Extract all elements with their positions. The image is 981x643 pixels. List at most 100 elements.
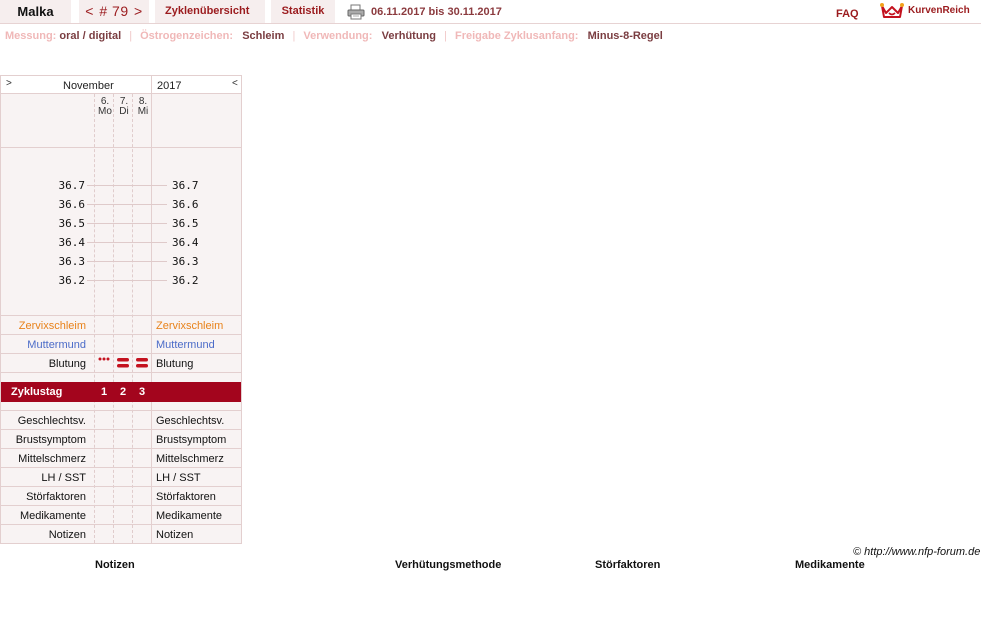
- crown-icon: [880, 3, 904, 18]
- temp-label-left: 36.6: [58, 198, 86, 211]
- temp-label-right: 36.5: [172, 217, 199, 230]
- user-name: Malka: [17, 4, 54, 19]
- legend-heading-medication: Medikamente: [795, 559, 865, 571]
- cycle-day-row: Zyklustag 1 2 3: [1, 382, 241, 402]
- divider: [1, 372, 241, 373]
- temp-gridline: [87, 280, 167, 281]
- use-value: Verhütung: [381, 30, 436, 42]
- row-label-mittelschmerz[interactable]: Mittelschmerz: [1, 453, 86, 465]
- temp-label-left: 36.4: [58, 236, 86, 249]
- temp-label-right: 36.2: [172, 274, 199, 287]
- sign-label: Östrogenzeichen:: [140, 30, 234, 42]
- temp-label-right: 36.7: [172, 179, 199, 192]
- temp-gridline: [87, 204, 167, 205]
- logo-text: KurvenReich: [908, 5, 970, 16]
- divider: [1, 486, 241, 487]
- cycle-selector: < # 79 >: [79, 0, 149, 23]
- temp-label-right: 36.4: [172, 236, 199, 249]
- row-label-breast-symptom[interactable]: Brustsymptom: [1, 434, 86, 446]
- faq-link[interactable]: FAQ: [836, 8, 859, 20]
- row-label-intercourse[interactable]: Geschlechtsv.: [156, 415, 224, 427]
- divider: [1, 448, 241, 449]
- temp-label-left: 36.3: [58, 255, 86, 268]
- temp-gridline: [87, 185, 167, 186]
- cycle-chart: > November 2017 < 6. Mo 7. Di 8. Mi 36.7…: [0, 75, 242, 544]
- separator: |: [444, 30, 447, 42]
- temp-gridline: [87, 261, 167, 262]
- row-label-lh-test[interactable]: LH / SST: [1, 472, 86, 484]
- release-label: Freigabe Zyklusanfang:: [454, 30, 579, 42]
- row-label-mittelschmerz[interactable]: Mittelschmerz: [156, 453, 224, 465]
- chart-next-button[interactable]: <: [232, 78, 238, 89]
- cycle-day-label: Zyklustag: [11, 386, 63, 398]
- chart-month: November: [63, 80, 114, 92]
- cycle-day-number: 2: [119, 386, 127, 398]
- temp-label-right: 36.3: [172, 255, 199, 268]
- print-icon[interactable]: [347, 4, 365, 20]
- row-label-intercourse[interactable]: Geschlechtsv.: [1, 415, 86, 427]
- previous-cycle-button[interactable]: <: [84, 3, 95, 19]
- copyright: © http://www.nfp-forum.de: [853, 546, 981, 558]
- day-separator: [113, 94, 114, 543]
- row-label-notes[interactable]: Notizen: [1, 529, 86, 541]
- cycle-settings: Messung: oral / digital | Östrogenzeiche…: [5, 30, 663, 42]
- measure-label: Messung:: [5, 30, 57, 42]
- row-label-breast-symptom[interactable]: Brustsymptom: [156, 434, 226, 446]
- day-header[interactable]: 7. Di: [115, 97, 133, 117]
- release-value: Minus-8-Regel: [587, 30, 663, 42]
- legend-heading-disturbances: Störfaktoren: [595, 559, 661, 571]
- row-label-medication[interactable]: Medikamente: [1, 510, 86, 522]
- date-range: 06.11.2017 bis 30.11.2017: [371, 6, 502, 18]
- sign-value: Schleim: [242, 30, 285, 42]
- row-label-medication[interactable]: Medikamente: [156, 510, 222, 522]
- row-label-cervical-mucus[interactable]: Zervixschleim: [1, 320, 86, 332]
- temp-label-right: 36.6: [172, 198, 199, 211]
- day-header[interactable]: 6. Mo: [96, 97, 114, 117]
- temp-label-left: 36.5: [58, 217, 86, 230]
- row-label-bleeding[interactable]: Blutung: [1, 358, 86, 370]
- measure-value: oral / digital: [59, 30, 122, 42]
- separator: |: [292, 30, 296, 42]
- divider: [1, 467, 241, 468]
- chart-header: > November 2017 <: [1, 76, 241, 94]
- row-label-disturbances[interactable]: Störfaktoren: [156, 491, 216, 503]
- user-tab[interactable]: Malka: [0, 0, 71, 23]
- day-weekday: Mi: [137, 106, 149, 117]
- legend-heading-notes: Notizen: [95, 559, 135, 571]
- row-label-cervix[interactable]: Muttermund: [156, 339, 215, 351]
- heavy-bleeding-icon[interactable]: [135, 357, 149, 369]
- day-weekday: Di: [119, 106, 129, 117]
- tab-statistics[interactable]: Statistik: [271, 0, 335, 23]
- temp-gridline: [87, 223, 167, 224]
- day-weekday: Mo: [98, 106, 112, 117]
- row-label-cervix[interactable]: Muttermund: [1, 339, 86, 351]
- row-label-cervical-mucus[interactable]: Zervixschleim: [156, 320, 223, 332]
- divider: [1, 524, 241, 525]
- divider: [1, 147, 241, 148]
- use-label: Verwendung:: [303, 30, 373, 42]
- divider: [1, 353, 241, 354]
- row-label-disturbances[interactable]: Störfaktoren: [1, 491, 86, 503]
- day-header[interactable]: 8. Mi: [134, 97, 152, 117]
- row-label-lh-test[interactable]: LH / SST: [156, 472, 201, 484]
- cycle-day-number: 3: [138, 386, 146, 398]
- day-separator: [94, 94, 95, 543]
- cycle-number: # 79: [99, 3, 129, 19]
- spotting-icon[interactable]: [97, 356, 111, 362]
- divider: [1, 505, 241, 506]
- divider: [1, 315, 241, 316]
- tab-cycle-overview[interactable]: Zyklenübersicht: [155, 0, 265, 23]
- temp-gridline: [87, 242, 167, 243]
- divider: [1, 334, 241, 335]
- divider: [1, 410, 241, 411]
- chart-prev-button[interactable]: >: [6, 78, 12, 89]
- temp-label-left: 36.7: [58, 179, 86, 192]
- separator: |: [129, 30, 133, 42]
- chart-year: 2017: [157, 80, 182, 92]
- heavy-bleeding-icon[interactable]: [116, 357, 130, 369]
- row-label-notes[interactable]: Notizen: [156, 529, 193, 541]
- next-cycle-button[interactable]: >: [133, 3, 144, 19]
- legend-heading-contraception: Verhütungsmethode: [395, 559, 502, 571]
- row-label-bleeding[interactable]: Blutung: [156, 358, 193, 370]
- day-separator: [132, 94, 133, 543]
